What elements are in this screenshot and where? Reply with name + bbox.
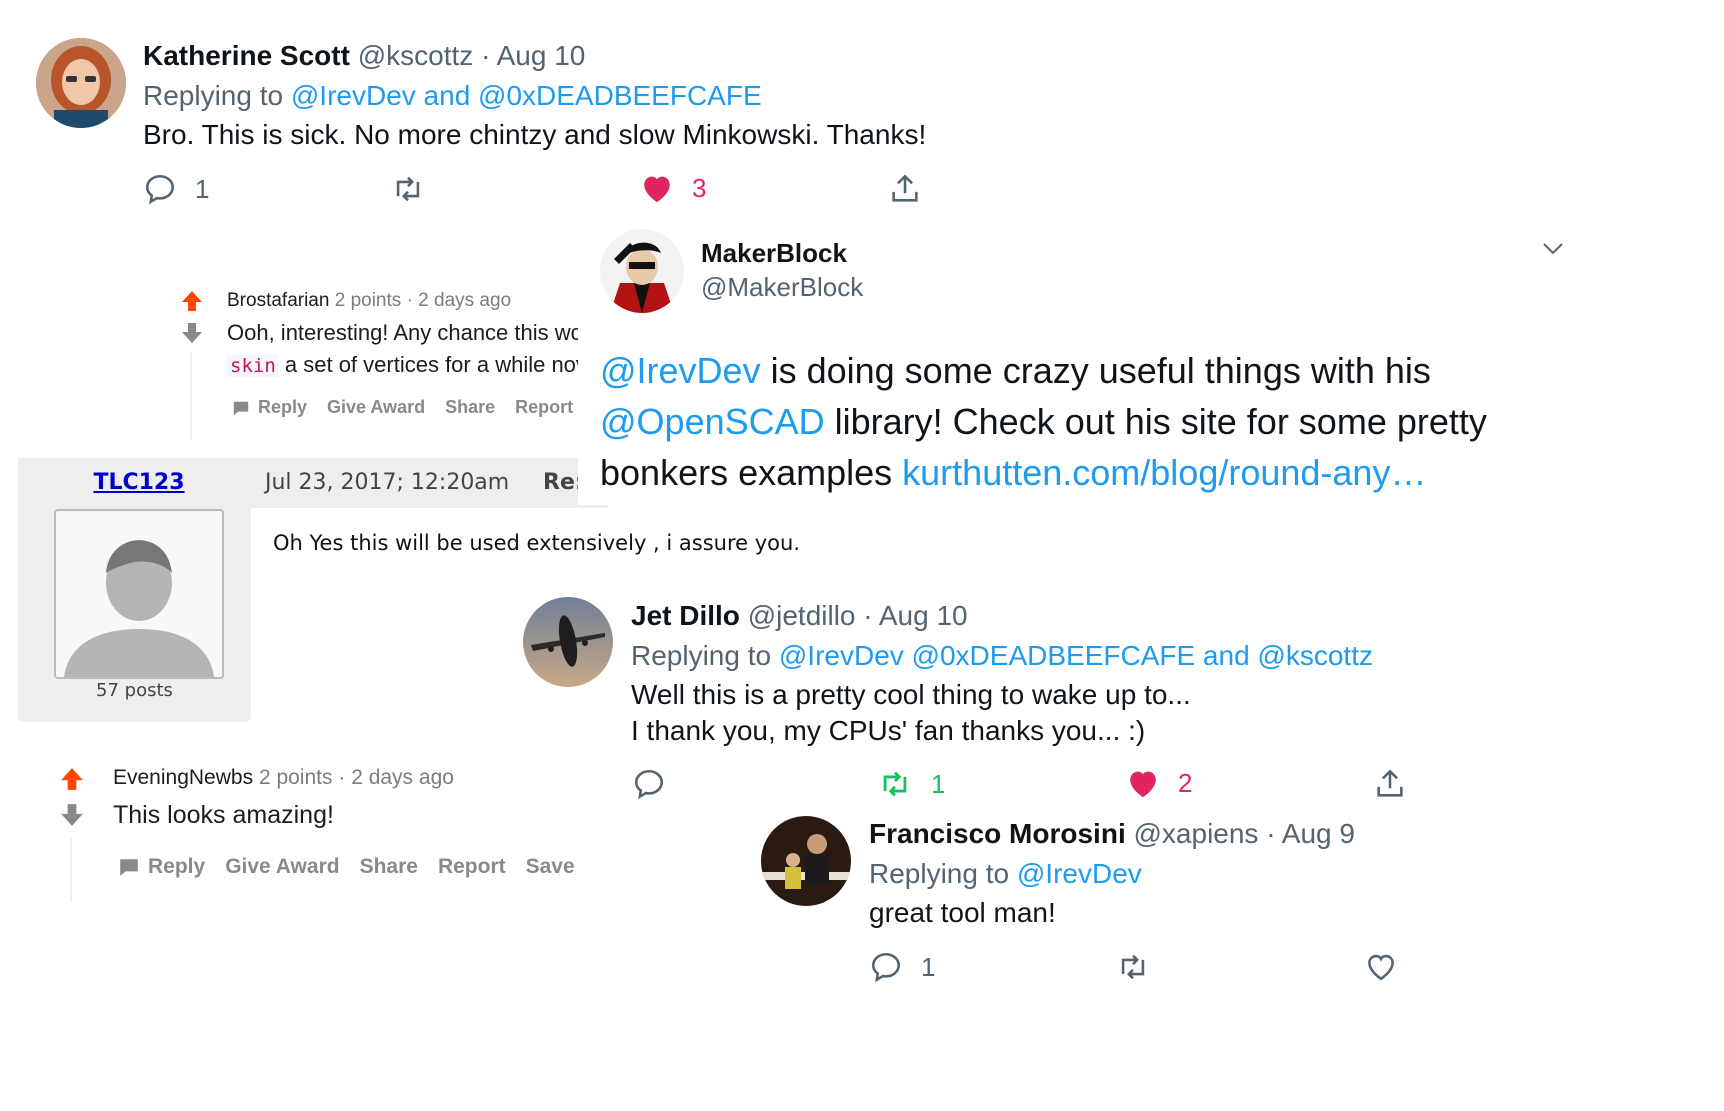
reply-icon [634,769,664,800]
author-handle[interactable]: @MakerBlock [701,272,863,303]
avatar-francisco[interactable] [761,816,851,906]
forum-post-count: 57 posts [96,680,173,701]
retweet-button[interactable] [1115,950,1151,984]
author-name[interactable]: Francisco Morosini [869,818,1126,849]
share-icon [892,174,918,202]
reply-button[interactable] [632,767,666,801]
tweet-date[interactable]: Aug 10 [497,40,586,71]
comment-bubble-icon [120,859,138,876]
thread-line[interactable] [190,352,192,440]
share-button[interactable]: Share [445,397,495,418]
tweet-text-line-1: is doing some crazy useful things with h… [760,350,1431,391]
forum-username[interactable]: TLC123 [18,470,260,495]
comment-bubble-icon [233,401,249,415]
give-award-button[interactable]: Give Award [327,397,425,418]
comment-username[interactable]: EveningNewbs [113,766,253,789]
separator-dot: · [481,40,491,71]
comment-username[interactable]: Brostafarian [227,290,329,311]
comment-points: 2 points [334,290,402,311]
author-handle[interactable]: @xapiens [1134,818,1259,849]
default-user-icon [64,540,214,677]
share-button[interactable]: Share [360,855,418,879]
reply-label: Reply [148,855,206,878]
replying-to-links[interactable]: @IrevDev @0xDEADBEEFCAFE and @kscottz [779,640,1373,671]
tweet-date[interactable]: Aug 10 [879,600,968,631]
avatar-katherine[interactable] [36,38,126,128]
retweet-button[interactable]: 1 [877,767,945,801]
comment-points: 2 points [258,766,333,789]
upvote-arrow-icon[interactable] [180,290,204,312]
reply-count: 1 [921,951,936,982]
upvote-arrow-icon[interactable] [59,767,85,791]
like-button[interactable]: 2 [1126,767,1192,799]
share-button[interactable] [1373,767,1407,801]
author-name[interactable]: Jet Dillo [631,600,740,631]
retweet-icon [396,176,420,202]
downvote-arrow-icon[interactable] [59,803,85,827]
reply-button[interactable]: Reply [232,397,307,418]
tweet-text: great tool man! [869,897,1056,928]
tweet-text-line-2: I thank you, my CPUs' fan thanks you... … [631,715,1146,746]
reply-button[interactable]: Reply [118,855,205,879]
author-name[interactable]: Katherine Scott [143,40,350,71]
avatar-makerblock[interactable] [600,229,684,313]
tweet-text-line-1: Well this is a pretty cool thing to wake… [631,679,1191,710]
comment-line-1: Ooh, interesting! Any chance this wc [227,320,582,345]
comment-age[interactable]: 2 days ago [351,766,454,789]
retweet-button[interactable] [390,172,426,206]
replying-to-links[interactable]: @IrevDev and @0xDEADBEEFCAFE [291,80,762,111]
heart-filled-icon [1130,771,1156,798]
tweet-text-line-2: library! Check out his site for some pre… [824,401,1487,442]
like-count: 3 [692,172,707,203]
give-award-button[interactable]: Give Award [225,855,339,879]
retweet-icon [883,771,907,797]
comment-age[interactable]: 2 days ago [418,290,511,311]
avatar-jetdillo[interactable] [523,597,613,687]
separator-dot: · [1266,818,1276,849]
retweet-count: 1 [931,768,946,799]
code-snippet: skin [227,355,279,377]
reply-icon [871,952,901,983]
heart-filled-icon [644,176,670,203]
author-name[interactable]: MakerBlock [701,238,847,269]
chevron-down-icon[interactable] [1540,238,1566,258]
tweet-text: Bro. This is sick. No more chintzy and s… [143,119,927,150]
forum-post-date: Jul 23, 2017; 12:20am [265,470,510,495]
forum-post-text: Oh Yes this will be used extensively , i… [273,531,800,555]
comment-line-2: a set of vertices for a while nov [284,352,587,377]
mention-openscad[interactable]: @OpenSCAD [600,401,825,442]
retweet-icon [1121,954,1145,980]
blog-link[interactable]: kurthutten.com/blog/round-any… [902,452,1426,493]
heart-outline-icon [1368,954,1394,981]
replying-prefix: Replying to [869,858,1010,889]
downvote-arrow-icon[interactable] [180,322,204,344]
tweet-text-line-3: bonkers examples [600,452,903,493]
replying-prefix: Replying to [143,80,284,111]
like-count: 2 [1178,767,1193,798]
author-handle[interactable]: @kscottz [358,40,474,71]
reply-label: Reply [258,397,308,417]
reply-count: 1 [195,173,210,204]
report-button[interactable]: Report [515,397,573,418]
tweet-date[interactable]: Aug 9 [1282,818,1355,849]
like-button[interactable] [1364,950,1398,982]
reply-icon [145,174,175,205]
reply-button[interactable]: 1 [143,172,209,206]
share-button[interactable] [888,172,922,206]
share-icon [1377,769,1403,797]
comment-text: This looks amazing! [113,801,334,829]
replying-prefix: Replying to [631,640,772,671]
reply-button[interactable]: 1 [869,950,935,984]
save-button[interactable]: Save [526,855,575,879]
separator-dot: · [406,290,413,311]
separator-dot: · [863,600,873,631]
forum-avatar[interactable] [54,509,224,679]
thread-line[interactable] [70,838,72,902]
separator-dot: · [338,766,346,789]
author-handle[interactable]: @jetdillo [748,600,856,631]
mention-irevdev[interactable]: @IrevDev [600,350,761,391]
report-button[interactable]: Report [438,855,506,879]
like-button[interactable]: 3 [640,172,706,204]
replying-to-links[interactable]: @IrevDev [1017,858,1142,889]
